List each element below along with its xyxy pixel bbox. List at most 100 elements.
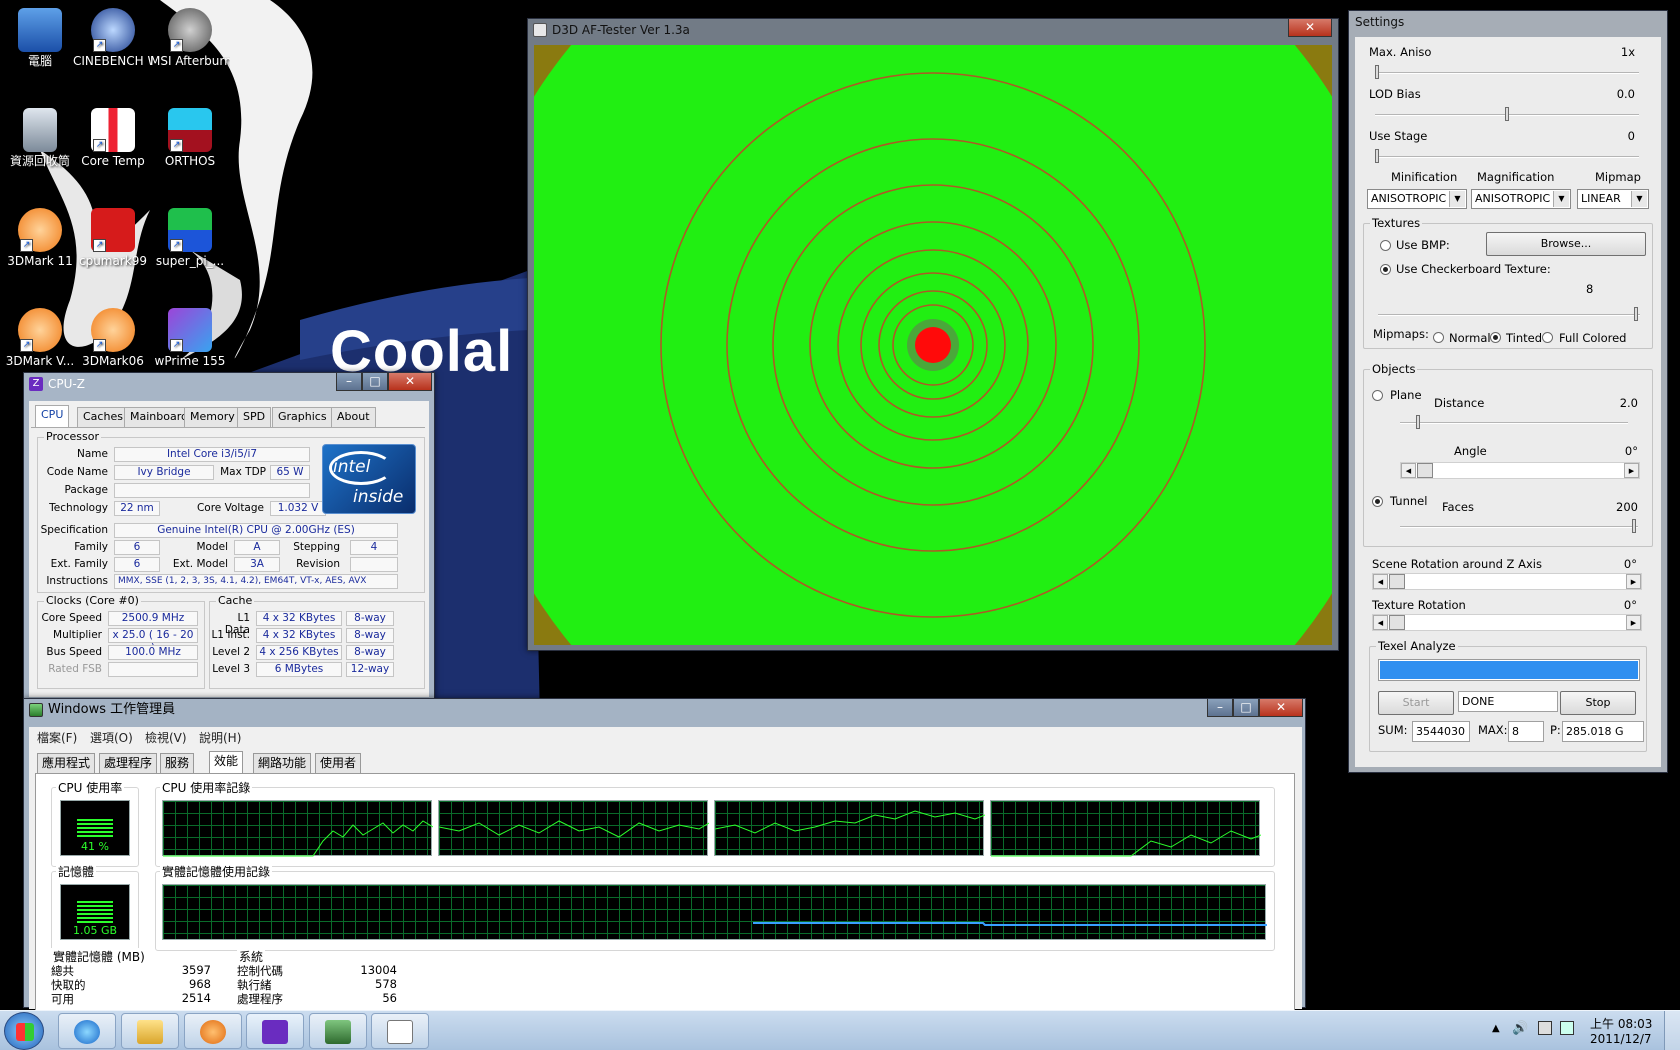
desktop-icon-cpumark[interactable]: ↗ cpumark99 [73, 208, 153, 269]
af-tester-titlebar[interactable]: D3D AF-Tester Ver 1.3a [528, 19, 1338, 41]
checkerboard-slider[interactable] [1378, 307, 1640, 321]
maximize-button[interactable]: □ [362, 373, 388, 391]
taskbar-notepad-button[interactable] [371, 1013, 429, 1049]
desktop-icon-computer[interactable]: 電腦 [0, 8, 80, 69]
taskbar-explorer-button[interactable] [121, 1013, 179, 1049]
desktop-icon-3dmark06[interactable]: ↗ 3DMark06 [73, 308, 153, 369]
scroll-left-icon[interactable]: ◀ [1373, 615, 1388, 630]
slider-thumb[interactable] [1634, 307, 1638, 321]
desktop-icon-orthos[interactable]: ↗ ORTHOS [150, 108, 230, 169]
flag-icon[interactable] [1538, 1021, 1552, 1035]
angle-scrollbar[interactable]: ◀ ▶ [1400, 462, 1640, 479]
minimize-button[interactable]: – [336, 373, 362, 391]
mipmaps-normal-radio[interactable] [1433, 332, 1444, 343]
taskbar-gpu-button[interactable] [309, 1013, 367, 1049]
desktop-icon-3dmark11[interactable]: ↗ 3DMark 11 [0, 208, 80, 269]
cpuz-icon [262, 1020, 288, 1044]
use-stage-slider[interactable] [1375, 149, 1639, 163]
task-manager-titlebar[interactable]: Windows 工作管理員 [24, 699, 1305, 721]
tab-about[interactable]: About [331, 407, 376, 427]
tab-processes[interactable]: 處理程序 [99, 753, 158, 773]
desktop-icon-superpi[interactable]: ↗ super_pi_... [150, 208, 230, 269]
desktop-icon-core-temp[interactable]: ↗ Core Temp [73, 108, 153, 169]
scene-rotation-scrollbar[interactable]: ◀ ▶ [1372, 573, 1642, 590]
tab-users[interactable]: 使用者 [315, 753, 362, 773]
plane-radio[interactable] [1372, 390, 1383, 401]
settings-titlebar[interactable]: Settings [1349, 11, 1667, 33]
menu-file[interactable]: 檔案(F) [37, 729, 77, 746]
instructions-value: MMX, SSE (1, 2, 3, 3S, 4.1, 4.2), EM64T,… [114, 574, 398, 589]
browse-button[interactable]: Browse... [1486, 232, 1646, 256]
close-button[interactable]: ✕ [1259, 699, 1303, 717]
magnification-select[interactable]: ANISOTROPIC ▼ [1471, 189, 1571, 209]
tab-performance[interactable]: 效能 [209, 751, 244, 774]
stop-button[interactable]: Stop [1560, 691, 1636, 715]
desktop-icon-afterburner[interactable]: ↗MSI Afterburner [150, 8, 230, 69]
close-button[interactable]: ✕ [388, 373, 432, 391]
tab-memory[interactable]: Memory [184, 407, 241, 427]
scroll-thumb[interactable] [1417, 463, 1433, 478]
menu-view[interactable]: 檢視(V) [145, 729, 187, 746]
lod-bias-slider[interactable] [1375, 107, 1639, 121]
ext-family-value: 6 [114, 557, 160, 572]
texture-rotation-scrollbar[interactable]: ◀ ▶ [1372, 614, 1642, 631]
menu-help[interactable]: 說明(H) [199, 729, 241, 746]
memory-value: 1.05 GB [72, 924, 118, 937]
scroll-thumb[interactable] [1389, 615, 1405, 630]
desktop-icon-cinebench[interactable]: ↗CINEBENCH Windows ... [73, 8, 153, 69]
mipmap-select[interactable]: LINEAR ▼ [1577, 189, 1649, 209]
tunnel-radio[interactable] [1372, 496, 1383, 507]
memory-history-graph [162, 884, 1267, 940]
mipmaps-full-radio[interactable] [1542, 332, 1553, 343]
checkerboard-radio[interactable] [1380, 264, 1391, 275]
scroll-right-icon[interactable]: ▶ [1626, 574, 1641, 589]
tab-graphics[interactable]: Graphics [272, 407, 333, 427]
minimize-button[interactable]: – [1207, 699, 1233, 717]
close-button[interactable]: ✕ [1288, 19, 1332, 37]
clock-time[interactable]: 上午 08:03 [1590, 1015, 1652, 1032]
slider-thumb[interactable] [1416, 415, 1420, 429]
scroll-right-icon[interactable]: ▶ [1626, 615, 1641, 630]
max-aniso-slider[interactable] [1375, 65, 1639, 79]
maximize-button[interactable]: □ [1233, 699, 1259, 717]
tab-cpu[interactable]: CPU [35, 405, 70, 428]
menu-options[interactable]: 選項(O) [90, 729, 133, 746]
use-bmp-radio[interactable] [1380, 240, 1391, 251]
volume-icon[interactable]: 🔊 [1512, 1021, 1528, 1036]
desktop-icon-3dmark-v[interactable]: ↗ 3DMark V... [0, 308, 80, 369]
mipmaps-tinted-radio[interactable] [1490, 332, 1501, 343]
network-icon[interactable] [1560, 1021, 1574, 1035]
tab-caches[interactable]: Caches [77, 407, 129, 427]
taskbar-cpuz-button[interactable] [246, 1013, 304, 1049]
start-button[interactable]: Start [1378, 691, 1454, 715]
taskbar-media-player-button[interactable] [184, 1013, 242, 1049]
start-button[interactable] [4, 1012, 44, 1050]
tab-applications[interactable]: 應用程式 [37, 753, 96, 773]
slider-thumb[interactable] [1375, 65, 1379, 79]
scroll-thumb[interactable] [1389, 574, 1405, 589]
slider-thumb[interactable] [1375, 149, 1379, 163]
minification-select[interactable]: ANISOTROPIC ▼ [1367, 189, 1467, 209]
tab-spd[interactable]: SPD [237, 407, 272, 427]
desktop-icon-recycle-bin[interactable]: 資源回收筒 [0, 108, 80, 169]
core-voltage-value: 1.032 V [270, 501, 326, 516]
show-hidden-icons[interactable]: ▲ [1492, 1023, 1500, 1034]
desktop-icon-wprime[interactable]: ↗ wPrime 155 [150, 308, 230, 369]
cache-row-label: Level 3 [212, 663, 250, 675]
settings-title: Settings [1355, 15, 1405, 29]
core-temp-icon: ↗ [91, 108, 135, 152]
scroll-left-icon[interactable]: ◀ [1401, 463, 1416, 478]
slider-thumb[interactable] [1632, 519, 1636, 533]
scroll-right-icon[interactable]: ▶ [1624, 463, 1639, 478]
cache-row-size: 4 x 256 KBytes [256, 645, 342, 660]
tab-networking[interactable]: 網路功能 [253, 753, 312, 773]
slider-thumb[interactable] [1505, 107, 1509, 121]
distance-slider[interactable] [1400, 415, 1628, 429]
clock-date[interactable]: 2011/12/7 [1590, 1032, 1652, 1046]
bus-speed-label: Bus Speed [46, 646, 102, 658]
scroll-left-icon[interactable]: ◀ [1373, 574, 1388, 589]
tab-services[interactable]: 服務 [160, 753, 195, 773]
taskbar-ie-button[interactable] [58, 1013, 116, 1049]
show-desktop-button[interactable] [1664, 1011, 1680, 1050]
faces-slider[interactable] [1400, 519, 1638, 533]
